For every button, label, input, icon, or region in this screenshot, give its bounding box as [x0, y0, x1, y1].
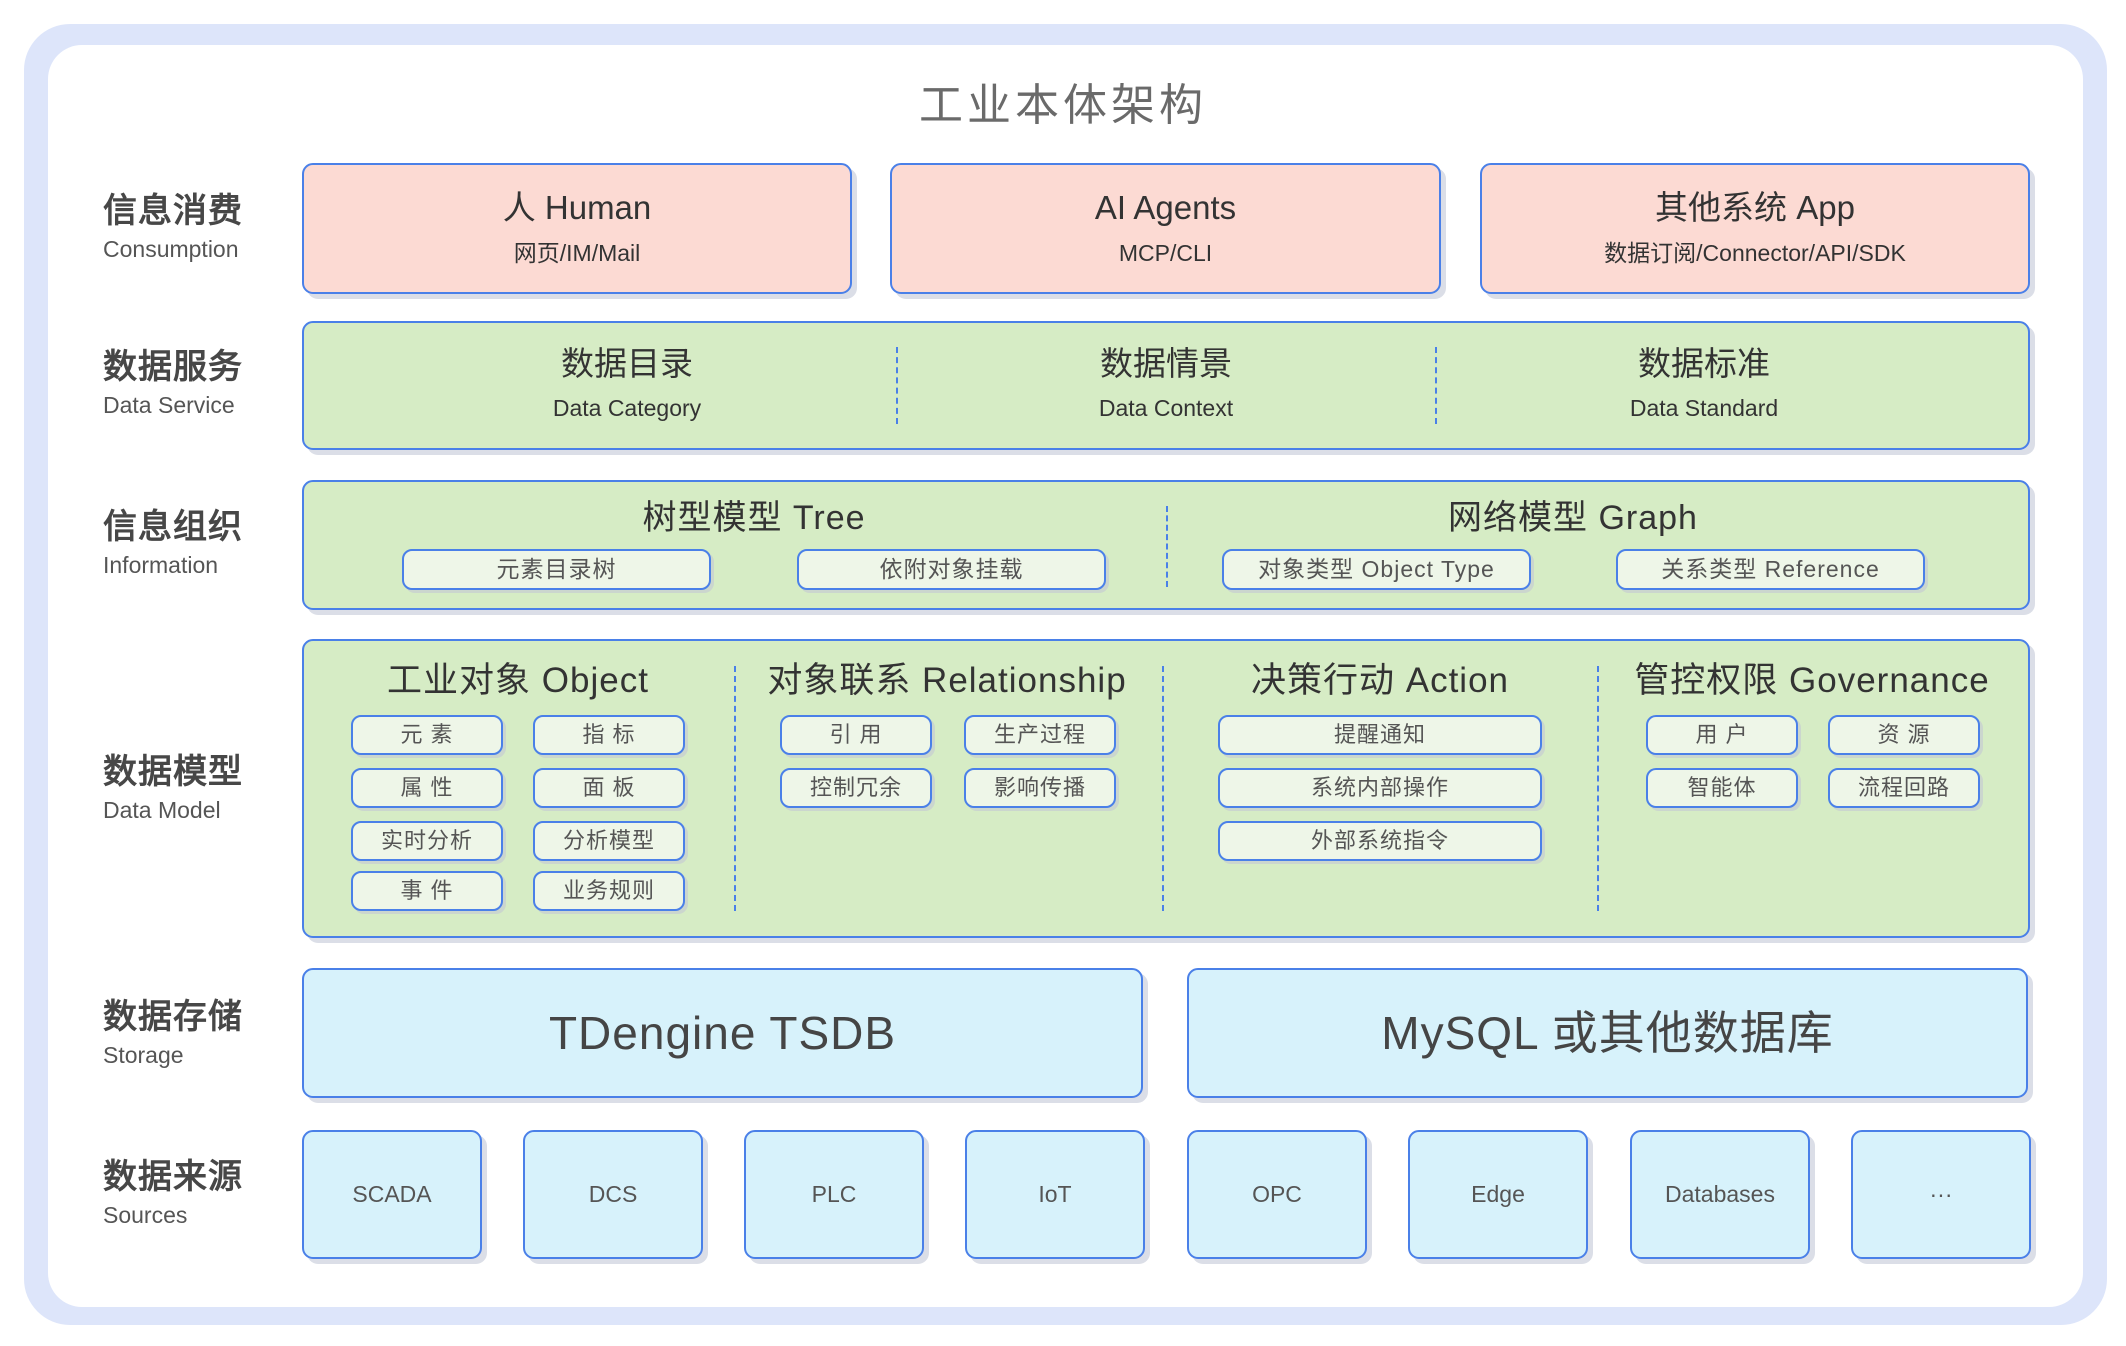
storage-card-mysql: MySQL 或其他数据库 — [1187, 968, 2028, 1098]
layer-label-en: Data Service — [103, 392, 235, 418]
storage-label: MySQL 或其他数据库 — [1381, 1007, 1834, 1059]
section-title: 数据标准 — [1638, 345, 1770, 382]
ellipsis-icon: ··· — [1929, 1181, 1953, 1207]
source-card-edge: Edge — [1408, 1130, 1588, 1259]
pill-item: 外部系统指令 — [1218, 821, 1542, 861]
information-panel: 树型模型 Tree 元素目录树 依附对象挂载 网络模型 Graph 对象类型 O… — [302, 480, 2030, 610]
layer-label-cn: 信息消费 — [103, 192, 243, 230]
source-card-databases: Databases — [1630, 1130, 1810, 1259]
pill-item: 智能体 — [1646, 768, 1798, 808]
group-title-graph: 网络模型 Graph — [1448, 499, 1698, 537]
layer-label-data-service: 数据服务 Data Service — [103, 347, 293, 419]
layer-label-en: Storage — [103, 1042, 184, 1068]
section-subtitle: Data Standard — [1629, 395, 1779, 421]
group-title-object: 工业对象 Object — [387, 661, 649, 700]
layer-label-cn: 数据模型 — [103, 753, 243, 791]
pill-item: 元素目录树 — [402, 549, 711, 590]
pill-item: 指 标 — [533, 715, 685, 755]
source-card-iot: IoT — [965, 1130, 1145, 1259]
layer-label-storage: 数据存储 Storage — [103, 997, 293, 1069]
pill-item: 提醒通知 — [1218, 715, 1542, 755]
layer-label-data-model: 数据模型 Data Model — [103, 752, 293, 824]
data-service-section-context: 数据情景 Data Context — [896, 323, 1436, 448]
source-label: DCS — [588, 1181, 638, 1207]
source-label: OPC — [1252, 1181, 1302, 1207]
card-title: 人 Human — [502, 189, 652, 226]
section-subtitle: Data Category — [552, 395, 702, 421]
storage-card-tdengine: TDengine TSDB — [302, 968, 1143, 1098]
layer-label-cn: 信息组织 — [103, 508, 243, 546]
section-title: 数据目录 — [561, 345, 693, 382]
source-label: IoT — [1038, 1181, 1072, 1207]
group-title-tree: 树型模型 Tree — [642, 499, 866, 537]
source-label: Edge — [1471, 1181, 1525, 1207]
card-subtitle: 数据订阅/Connector/API/SDK — [1604, 240, 1906, 266]
layer-label-consumption: 信息消费 Consumption — [103, 191, 293, 263]
group-title-action: 决策行动 Action — [1251, 661, 1509, 700]
group-divider — [1162, 666, 1164, 911]
consumption-card-human: 人 Human 网页/IM/Mail — [302, 163, 852, 294]
layer-label-cn: 数据来源 — [103, 1158, 243, 1196]
pill-item: 控制冗余 — [780, 768, 932, 808]
layer-label-en: Consumption — [103, 236, 239, 262]
source-label: Databases — [1665, 1181, 1775, 1207]
diagram-title: 工业本体架构 — [919, 81, 1207, 130]
layer-label-cn: 数据服务 — [103, 348, 243, 386]
data-model-panel: 工业对象 Object 元 素 指 标 属 性 面 板 实时分析 分析模型 事 … — [302, 639, 2030, 938]
card-subtitle: 网页/IM/Mail — [513, 240, 641, 266]
source-card-dcs: DCS — [523, 1130, 703, 1259]
layer-label-en: Information — [103, 552, 219, 578]
pill-item: 用 户 — [1646, 715, 1798, 755]
pill-item: 系统内部操作 — [1218, 768, 1542, 808]
pill-item: 对象类型 Object Type — [1222, 549, 1531, 590]
layer-label-cn: 数据存储 — [103, 998, 243, 1036]
storage-label: TDengine TSDB — [548, 1007, 897, 1059]
layer-label-information: 信息组织 Information — [103, 507, 293, 579]
pill-item: 引 用 — [780, 715, 932, 755]
source-label: PLC — [811, 1181, 857, 1207]
layer-label-en: Data Model — [103, 797, 221, 823]
group-divider — [1597, 666, 1599, 911]
layer-label-sources: 数据来源 Sources — [103, 1157, 293, 1229]
pill-item: 分析模型 — [533, 821, 685, 861]
pill-item: 面 板 — [533, 768, 685, 808]
pill-item: 事 件 — [351, 871, 503, 911]
data-service-section-standard: 数据标准 Data Standard — [1434, 323, 1974, 448]
pill-item: 业务规则 — [533, 871, 685, 911]
data-service-section-category: 数据目录 Data Category — [357, 323, 897, 448]
pill-item: 依附对象挂载 — [797, 549, 1106, 590]
pill-item: 属 性 — [351, 768, 503, 808]
layer-label-en: Sources — [103, 1202, 188, 1228]
card-title: 其他系统 App — [1655, 189, 1855, 226]
pill-item: 实时分析 — [351, 821, 503, 861]
group-title-governance: 管控权限 Governance — [1634, 661, 1990, 700]
data-service-panel: 数据目录 Data Category 数据情景 Data Context 数据标… — [302, 321, 2030, 450]
source-card-plc: PLC — [744, 1130, 924, 1259]
pill-item: 关系类型 Reference — [1616, 549, 1925, 590]
source-label: SCADA — [352, 1181, 432, 1207]
card-title: AI Agents — [1094, 189, 1237, 226]
architecture-diagram: 工业本体架构 信息消费 Consumption 数据服务 Data Servic… — [0, 0, 2126, 1346]
pill-item: 元 素 — [351, 715, 503, 755]
source-card-opc: OPC — [1187, 1130, 1367, 1259]
pill-item: 资 源 — [1828, 715, 1980, 755]
source-card-scada: SCADA — [302, 1130, 482, 1259]
pill-item: 影响传播 — [964, 768, 1116, 808]
consumption-card-ai-agents: AI Agents MCP/CLI — [890, 163, 1441, 294]
section-subtitle: Data Context — [1098, 395, 1234, 421]
source-card-more: ··· — [1851, 1130, 2031, 1259]
group-divider — [734, 666, 736, 911]
group-divider — [1166, 506, 1168, 587]
pill-item: 流程回路 — [1828, 768, 1980, 808]
pill-item: 生产过程 — [964, 715, 1116, 755]
consumption-card-other-apps: 其他系统 App 数据订阅/Connector/API/SDK — [1480, 163, 2030, 294]
group-title-relationship: 对象联系 Relationship — [767, 661, 1127, 700]
section-title: 数据情景 — [1100, 345, 1232, 382]
card-subtitle: MCP/CLI — [1118, 240, 1213, 266]
